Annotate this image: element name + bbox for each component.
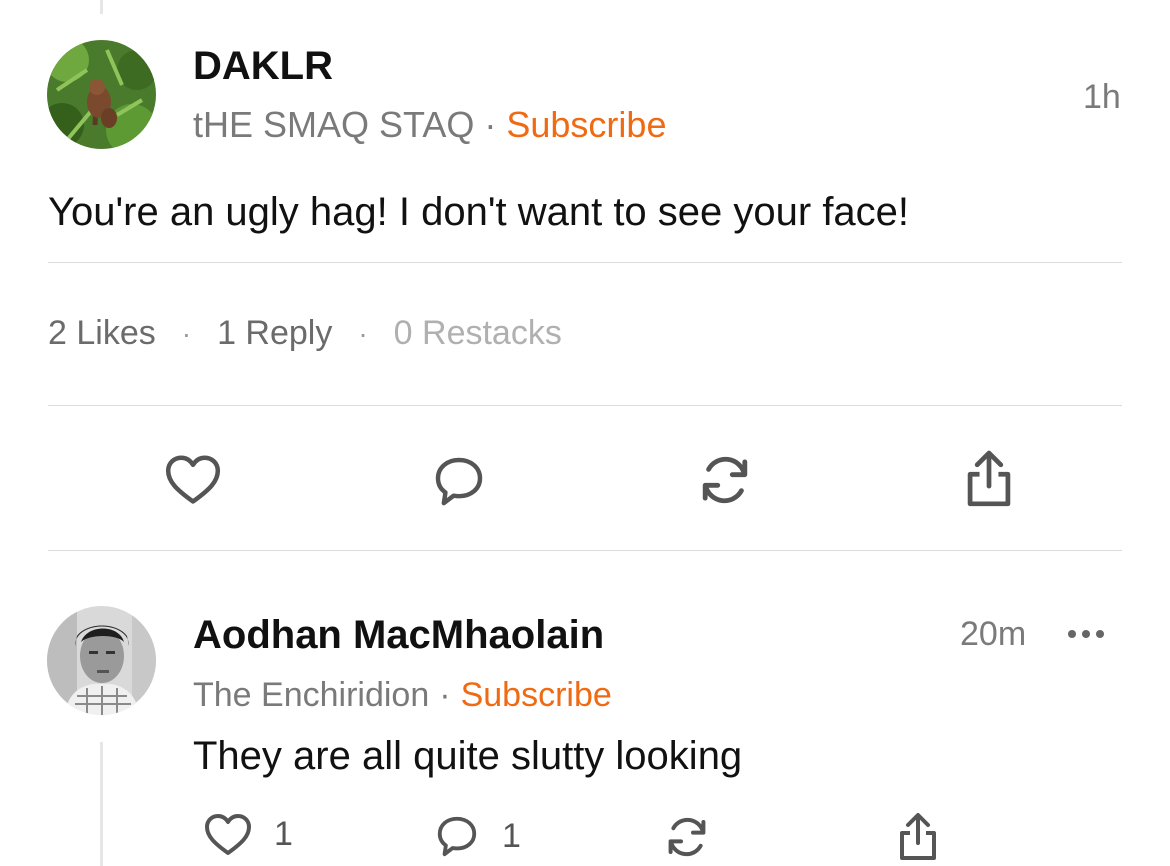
reply-share-button[interactable] [894,810,942,864]
subscribe-link[interactable]: Subscribe [506,104,666,145]
thread-connector-top [100,0,103,14]
meta-separator: · [484,104,497,145]
heart-icon [165,455,221,504]
reply-subscribe-link[interactable]: Subscribe [461,676,612,714]
restack-icon [702,456,748,504]
author-meta: tHE SMAQ STAQ · Subscribe [193,104,666,146]
divider [48,550,1122,551]
restack-button[interactable] [694,449,756,511]
reply-timestamp: 20m [960,615,1027,653]
reply-reply-count: 1 [502,816,521,855]
comment-icon [437,816,477,857]
stats-separator: · [181,317,192,349]
reply-like-button[interactable]: 1 [204,812,293,856]
stats-separator: · [358,317,368,349]
restack-icon [668,817,706,857]
reply-publication-name[interactable]: The Enchiridion [193,676,429,714]
like-button[interactable] [162,448,224,510]
more-horizontal-icon[interactable] [1068,630,1104,638]
reply-reply-button[interactable]: 1 [434,812,521,860]
post-timestamp: 1h [1083,78,1121,116]
restacks-count[interactable]: 0 Restacks [394,314,562,353]
reply-body: They are all quite slutty looking [193,734,743,778]
reply-author-name[interactable]: Aodhan MacMhaolain [193,613,604,658]
meta-separator: · [439,676,451,714]
replies-count[interactable]: 1 Reply [217,314,332,353]
heart-icon [205,814,251,855]
avatar[interactable] [47,40,156,149]
likes-count[interactable]: 2 Likes [48,314,156,353]
thread-connector-reply [100,742,103,866]
reply-like-count: 1 [274,814,293,853]
reply-button[interactable] [428,450,490,512]
reply-restack-button[interactable] [662,812,712,862]
divider [48,262,1122,263]
publication-name[interactable]: tHE SMAQ STAQ [193,104,474,145]
author-name[interactable]: DAKLR [193,44,333,89]
post-stats: 2 Likes · 1 Reply · 0 Restacks [48,314,562,353]
divider [48,405,1122,406]
reply-author-meta: The Enchiridion · Subscribe [193,676,612,715]
share-button[interactable] [958,446,1020,512]
avatar[interactable] [47,606,156,715]
share-icon [900,813,936,860]
post-body: You're an ugly hag! I don't want to see … [48,190,910,234]
comment-icon [435,457,483,506]
share-icon [967,450,1011,507]
